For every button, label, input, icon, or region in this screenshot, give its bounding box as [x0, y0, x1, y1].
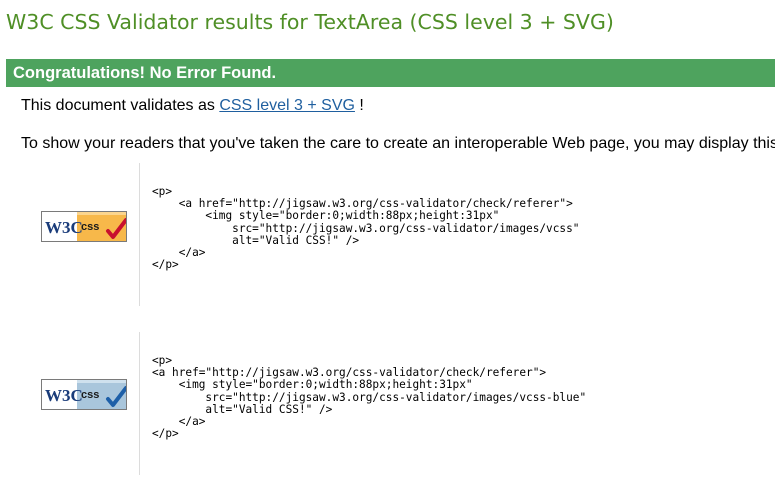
w3c-logo-text: W3C [45, 218, 83, 237]
valid-css-badge: W3C css [41, 211, 127, 242]
congratulations-text: Congratulations! No Error Found. [13, 64, 277, 82]
validation-result-line: This document validates as CSS level 3 +… [21, 97, 364, 115]
css-profile-link[interactable]: CSS level 3 + SVG [219, 97, 355, 114]
code-divider [139, 332, 140, 475]
css-logo-text: css [81, 389, 99, 401]
validates-prefix: This document validates as [21, 97, 220, 114]
w3c-logo-text: W3C [45, 386, 83, 405]
readers-info-text: To show your readers that you've taken t… [21, 135, 775, 152]
valid-css-blue-badge-graphic: W3C css [42, 380, 126, 409]
badge-code-snippet: <p> <a href="http://jigsaw.w3.org/css-va… [152, 185, 580, 272]
valid-css-blue-badge: W3C css [41, 379, 127, 410]
badge-code-snippet: <p> <a href="http://jigsaw.w3.org/css-va… [152, 354, 587, 441]
congratulations-banner: Congratulations! No Error Found. [6, 59, 775, 87]
css-logo-text: css [81, 221, 99, 233]
page-title: W3C CSS Validator results for TextArea (… [6, 10, 614, 34]
code-divider [139, 163, 140, 306]
validates-suffix: ! [354, 97, 364, 114]
valid-css-badge-graphic: W3C css [42, 212, 126, 241]
